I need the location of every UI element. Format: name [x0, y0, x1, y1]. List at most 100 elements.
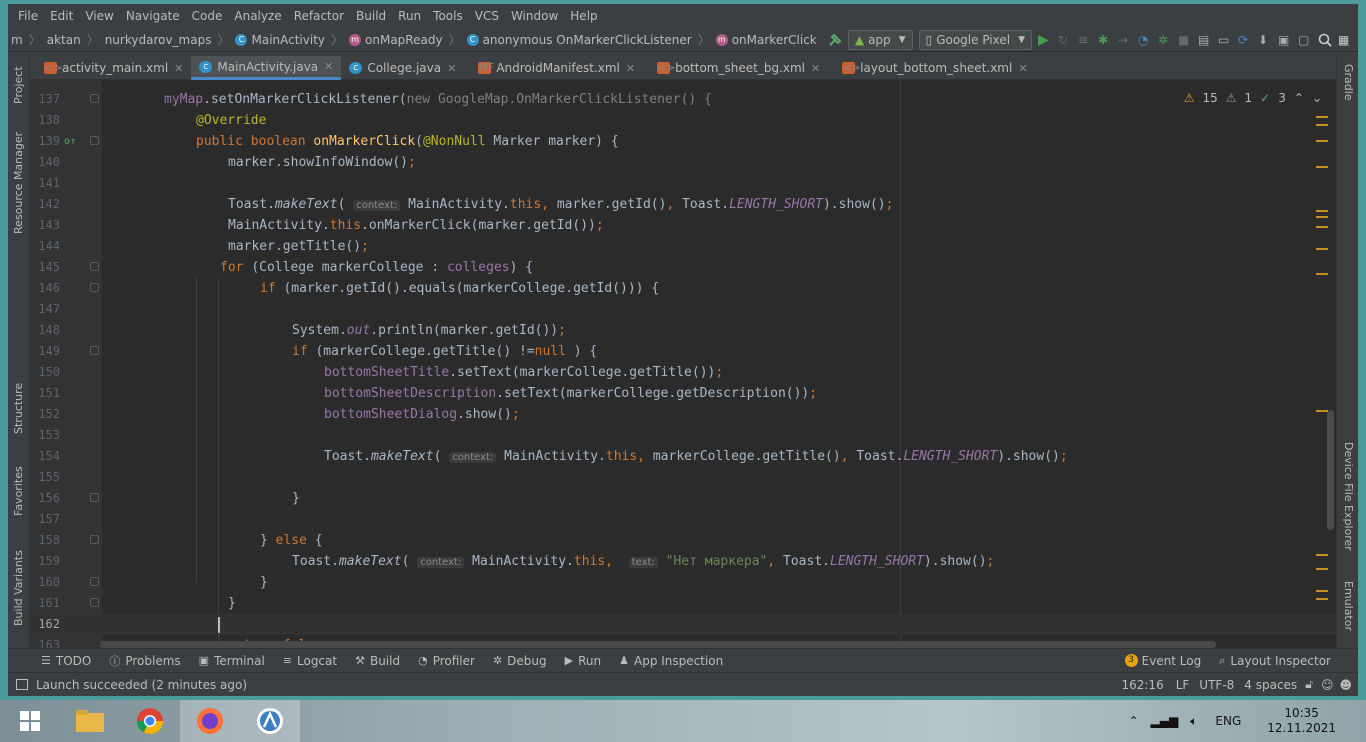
debug-tool-button[interactable]: ✲ Debug [484, 654, 556, 668]
screen-icon[interactable]: ▢ [1298, 33, 1312, 47]
rerun-icon[interactable]: ↻ [1058, 33, 1072, 47]
start-button[interactable] [0, 700, 60, 742]
emulator-tool-tab[interactable]: Emulator [1342, 581, 1355, 631]
error-stripe-mark[interactable] [1316, 248, 1328, 250]
breadcrumb-item[interactable]: aktan 〉 [44, 31, 102, 48]
account-icon[interactable]: ☻ [1339, 678, 1352, 692]
tab-bottom-sheet-bg[interactable]: <> bottom_sheet_bg.xml ✕ [643, 56, 828, 80]
project-structure-icon[interactable]: ▤ [1198, 33, 1212, 47]
tab-main-activity[interactable]: C MainActivity.java ✕ [191, 56, 342, 80]
menu-view[interactable]: View [79, 9, 119, 23]
menu-build[interactable]: Build [350, 9, 392, 23]
volume-icon[interactable]: 🔈︎ [1190, 714, 1197, 729]
profiler-tool-button[interactable]: ◔ Profiler [409, 654, 484, 668]
attach-bug-icon[interactable]: ✲ [1158, 33, 1172, 47]
lock-icon[interactable]: 🔓︎ [1305, 677, 1313, 692]
fold-icon[interactable] [90, 262, 99, 271]
error-stripe-mark[interactable] [1316, 554, 1328, 556]
indent-setting[interactable]: 4 spaces [1244, 678, 1297, 692]
profile-icon[interactable]: ◔ [1138, 33, 1152, 47]
fold-icon[interactable] [90, 535, 99, 544]
settings-icon[interactable]: ▦ [1338, 33, 1352, 47]
code-editor[interactable]: ⚠ 15 ⚠ 1 ✓ 3 ⌃ ⌄ 137 myMap.setOnMarkerClickL… [30, 80, 1336, 648]
gradle-tool-tab[interactable]: Gradle [1342, 64, 1355, 101]
device-select[interactable]: ▯ Google Pixel ▼ [918, 30, 1032, 50]
error-stripe-mark[interactable] [1316, 210, 1328, 212]
error-stripe-mark[interactable] [1316, 590, 1328, 592]
close-icon[interactable]: ✕ [447, 62, 456, 75]
todo-tool-button[interactable]: ☰ TODO [32, 654, 100, 668]
error-stripe-mark[interactable] [1316, 140, 1328, 142]
run-icon[interactable]: ▶ [1038, 33, 1052, 47]
error-stripe-mark[interactable] [1316, 410, 1328, 412]
avd-manager-icon[interactable]: ▭ [1218, 33, 1232, 47]
menu-window[interactable]: Window [505, 9, 564, 23]
panel-toggle-icon[interactable] [16, 679, 28, 690]
run-config-select[interactable]: ▲ app ▼ [847, 30, 913, 50]
terminal-tool-button[interactable]: ▣ Terminal [190, 654, 274, 668]
line-separator[interactable]: LF [1176, 678, 1190, 692]
error-stripe-mark[interactable] [1316, 166, 1328, 168]
tab-layout-bottom-sheet[interactable]: <> layout_bottom_sheet.xml ✕ [828, 56, 1035, 80]
menu-file[interactable]: File [12, 9, 44, 23]
input-language[interactable]: ENG [1215, 714, 1241, 728]
caret-position[interactable]: 162:16 [1121, 678, 1163, 692]
sdk-manager-icon[interactable]: ⬇ [1258, 33, 1272, 47]
fold-icon[interactable] [90, 346, 99, 355]
menu-navigate[interactable]: Navigate [120, 9, 186, 23]
run-tool-button[interactable]: ▶ Run [556, 654, 610, 668]
menu-run[interactable]: Run [392, 9, 427, 23]
search-icon[interactable] [1318, 33, 1332, 47]
hammer-icon[interactable] [828, 33, 842, 47]
layout-inspector-tool-button[interactable]: ⌕ Layout Inspector [1210, 654, 1340, 668]
chrome-taskbar-button[interactable] [120, 700, 180, 742]
fold-icon[interactable] [90, 577, 99, 586]
attach-debugger-icon[interactable]: ⇢ [1118, 33, 1132, 47]
error-stripe-mark[interactable] [1316, 124, 1328, 126]
tab-college[interactable]: C College.java ✕ [341, 56, 464, 80]
horizontal-scrollbar[interactable] [100, 641, 1216, 648]
override-gutter-icon[interactable]: o↑ [64, 131, 76, 152]
problems-tool-button[interactable]: ⓘ Problems [100, 653, 189, 669]
breadcrumb-item[interactable]: nurkydarov_maps 〉 [102, 31, 233, 48]
menu-tools[interactable]: Tools [427, 9, 469, 23]
status-message[interactable]: Launch succeeded (2 minutes ago) [36, 678, 247, 692]
breadcrumb-item[interactable]: C MainActivity 〉 [232, 31, 346, 48]
error-stripe-mark[interactable] [1316, 216, 1328, 218]
menu-code[interactable]: Code [186, 9, 229, 23]
device-file-explorer-tool-tab[interactable]: Device File Explorer [1342, 442, 1355, 551]
structure-tool-tab[interactable]: Structure [12, 383, 25, 434]
event-log-tool-button[interactable]: 3 Event Log [1116, 654, 1211, 668]
menu-help[interactable]: Help [564, 9, 603, 23]
device-manager-icon[interactable]: ▣ [1278, 33, 1292, 47]
menu-edit[interactable]: Edit [44, 9, 79, 23]
breadcrumb-item[interactable]: Canonymous OnMarkerClickListener 〉 [464, 31, 713, 48]
error-stripe-mark[interactable] [1316, 598, 1328, 600]
close-icon[interactable]: ✕ [1018, 62, 1027, 75]
inspector-face-icon[interactable]: ☺ [1321, 678, 1334, 692]
firefox-taskbar-button[interactable] [180, 700, 240, 742]
tab-activity-main[interactable]: <> activity_main.xml ✕ [30, 56, 191, 80]
fold-icon[interactable] [90, 136, 99, 145]
close-icon[interactable]: ✕ [174, 62, 183, 75]
menu-analyze[interactable]: Analyze [228, 9, 287, 23]
close-icon[interactable]: ✕ [811, 62, 820, 75]
clock[interactable]: 10:35 12.11.2021 [1267, 706, 1336, 736]
file-encoding[interactable]: UTF-8 [1199, 678, 1234, 692]
resource-manager-tool-tab[interactable]: Resource Manager [12, 132, 25, 234]
project-tool-tab[interactable]: Project [12, 66, 25, 104]
debug-icon[interactable]: ✱ [1098, 33, 1112, 47]
tab-android-manifest[interactable]: MF AndroidManifest.xml ✕ [464, 56, 643, 80]
build-variants-tool-tab[interactable]: Build Variants [12, 550, 25, 626]
error-stripe-mark[interactable] [1316, 568, 1328, 570]
menu-vcs[interactable]: VCS [469, 9, 505, 23]
breadcrumb-item[interactable]: m 〉 [8, 31, 44, 48]
close-icon[interactable]: ✕ [324, 60, 333, 73]
file-explorer-taskbar-button[interactable] [60, 700, 120, 742]
chevron-up-icon[interactable]: ⌃ [1128, 714, 1138, 728]
fold-icon[interactable] [90, 493, 99, 502]
error-stripe-mark[interactable] [1316, 116, 1328, 118]
error-stripe-mark[interactable] [1316, 226, 1328, 228]
fold-icon[interactable] [90, 94, 99, 103]
logcat-tool-button[interactable]: ≡ Logcat [274, 654, 346, 668]
